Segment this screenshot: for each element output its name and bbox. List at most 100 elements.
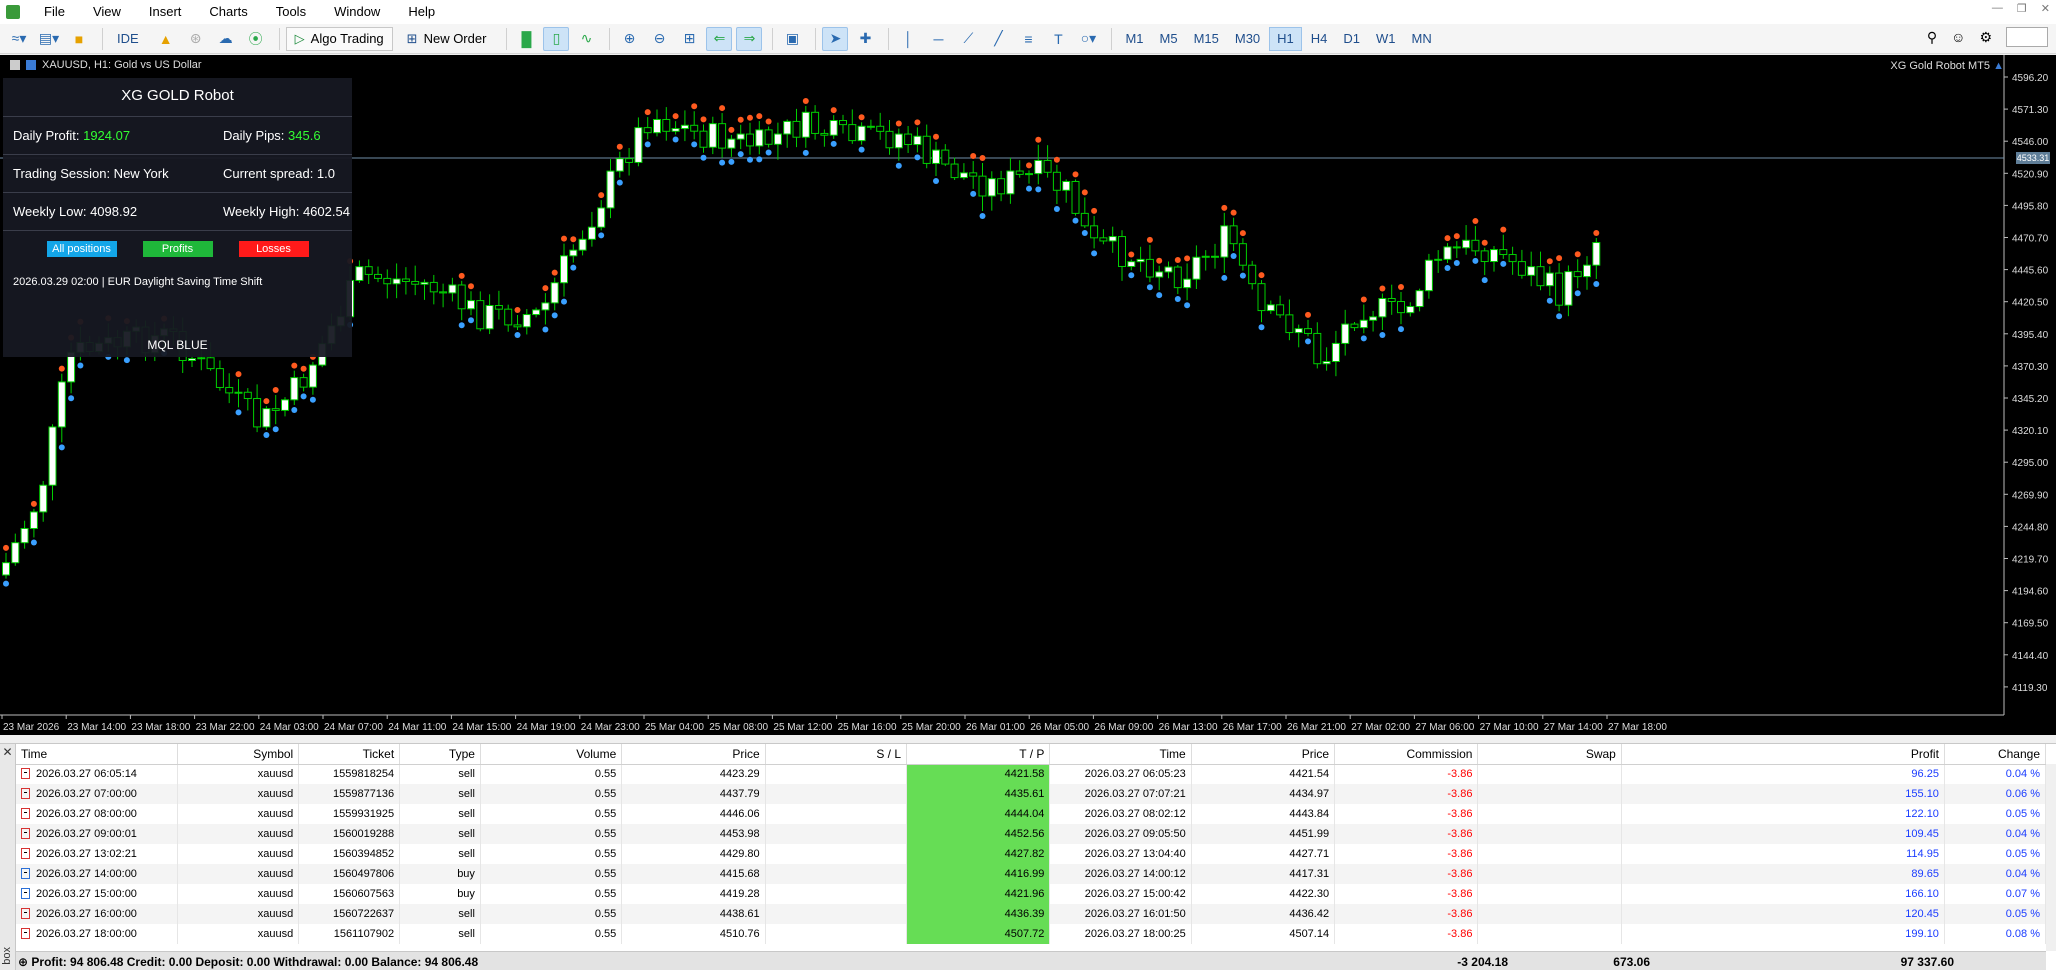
autoscroll-icon[interactable]: ⇐ (706, 26, 733, 51)
buy-arrow-icon (737, 151, 744, 158)
market-icon[interactable]: ▲ (153, 27, 179, 51)
open-time-text: 2026.03.27 08:00:00 (36, 808, 137, 820)
chart-menu-icon[interactable] (10, 60, 20, 70)
column-header[interactable]: Commission (1334, 744, 1479, 765)
cell-tp: 4421.58 (906, 764, 1051, 784)
column-header[interactable]: Type (399, 744, 481, 765)
channel-icon[interactable]: ╱ (985, 27, 1011, 51)
all-positions-button[interactable]: All positions (46, 241, 117, 257)
close-toolbox-icon[interactable]: ✕ (0, 744, 15, 760)
menu-charts[interactable]: Charts (195, 0, 261, 24)
vps-icon[interactable]: ⦿ (243, 27, 269, 51)
minimize-icon[interactable]: — (1992, 2, 2003, 15)
table-row[interactable]: 2026.03.27 18:00:00 xauusd 1561107902 sell 0… (16, 924, 2047, 944)
chart-shift-icon[interactable]: ⇒ (736, 26, 763, 51)
vertical-line-icon[interactable]: │ (895, 27, 921, 51)
search-icon[interactable]: ⚲ (1927, 29, 1937, 46)
candle-body (904, 133, 913, 146)
column-header[interactable]: S / L (765, 744, 908, 765)
column-header[interactable]: Profit (1621, 744, 1945, 765)
time-tick-label: 23 Mar 2026 (3, 722, 60, 733)
table-row[interactable]: 2026.03.27 09:00:01 xauusd 1560019288 sell 0… (16, 824, 2047, 844)
cloud-icon[interactable]: ☁ (213, 27, 239, 51)
chart-window[interactable]: 4596.20 4571.30 4546.00 4520.90 4495.80 4470.… (0, 55, 2056, 735)
table-row[interactable]: 2026.03.27 08:00:00 xauusd 1559931925 sell 0… (16, 804, 2047, 824)
menu-insert[interactable]: Insert (135, 0, 196, 24)
table-row[interactable]: 2026.03.27 15:00:00 xauusd 1560607563 buy 0.… (16, 884, 2047, 904)
tf-mn[interactable]: MN (1405, 27, 1439, 51)
table-row[interactable]: 2026.03.27 16:00:00 xauusd 1560722637 sell 0… (16, 904, 2047, 924)
close-icon[interactable]: ✕ (2041, 2, 2050, 15)
column-header[interactable]: Time (1049, 744, 1192, 765)
column-header[interactable]: Price (1191, 744, 1336, 765)
settings-icon[interactable]: ⚙ (1979, 29, 1992, 46)
algo-trading-button[interactable]: ▷ Algo Trading (285, 26, 393, 51)
screenshot-icon[interactable]: ▣ (779, 27, 805, 51)
line-chart-icon[interactable]: ∿ (573, 27, 599, 51)
column-header[interactable]: Symbol (177, 744, 300, 765)
column-header[interactable]: Swap (1477, 744, 1622, 765)
table-row[interactable]: 2026.03.27 07:00:00 xauusd 1559877136 sell 0… (16, 784, 2047, 804)
menu-help[interactable]: Help (394, 0, 449, 24)
restore-icon[interactable]: ❐ (2017, 2, 2027, 15)
signals-icon[interactable]: ⊛ (183, 27, 209, 51)
column-header[interactable]: Change (1944, 744, 2047, 765)
buy-arrow-icon (1091, 250, 1098, 257)
tf-h4[interactable]: H4 (1304, 27, 1335, 51)
candle-body (643, 127, 652, 134)
account-icon[interactable]: ☺ (1951, 29, 1965, 45)
horizontal-line-icon[interactable]: ─ (925, 27, 951, 51)
fibonacci-icon[interactable]: ≡ (1015, 27, 1041, 51)
menu-tools[interactable]: Tools (262, 0, 320, 24)
trendline-icon[interactable]: ⟋ (955, 27, 981, 51)
expert-advisor-label[interactable]: XG Gold Robot MT5 ▲ (1890, 60, 2004, 72)
column-header[interactable]: Volume (480, 744, 623, 765)
table-row[interactable]: 2026.03.27 06:05:14 xauusd 1559818254 sell 0… (16, 764, 2047, 784)
menu-view[interactable]: View (79, 0, 135, 24)
menu-file[interactable]: File (30, 0, 79, 24)
cell-type: sell (399, 844, 481, 864)
zoom-in-icon[interactable]: ⊕ (616, 27, 642, 51)
candle-body (615, 158, 624, 172)
losses-button[interactable]: Losses (238, 241, 309, 257)
ide-button[interactable]: IDE (109, 27, 147, 51)
text-tool-icon[interactable]: T (1045, 27, 1071, 51)
grid-icon[interactable]: ⊞ (676, 27, 702, 51)
tf-m5[interactable]: M5 (1153, 27, 1185, 51)
table-scrollbar[interactable] (2046, 764, 2056, 951)
tf-w1[interactable]: W1 (1369, 27, 1403, 51)
candle-body (1369, 316, 1378, 321)
templates-icon[interactable]: ▤▾ (36, 27, 62, 51)
buy-arrow-icon (3, 580, 9, 587)
chart-type-icon[interactable]: ≈▾ (6, 27, 32, 51)
column-header[interactable]: Price (621, 744, 766, 765)
cursor-icon[interactable]: ➤ (822, 26, 849, 51)
zoom-out-icon[interactable]: ⊖ (646, 27, 672, 51)
candle-body (662, 118, 671, 132)
table-row[interactable]: 2026.03.27 14:00:00 xauusd 1560497806 buy 0.… (16, 864, 2047, 884)
candle-body (299, 377, 308, 388)
profits-button[interactable]: Profits (142, 241, 213, 257)
table-row[interactable]: 2026.03.27 13:02:21 xauusd 1560394852 sell 0… (16, 844, 2047, 864)
crosshair-icon[interactable]: ✚ (852, 27, 878, 51)
tf-h1[interactable]: H1 (1269, 26, 1302, 51)
cell-price: 4419.28 (621, 884, 766, 904)
cell-tp: 4436.39 (906, 904, 1051, 924)
cell-ticket: 1559877136 (298, 784, 401, 804)
search-input[interactable] (2006, 27, 2048, 47)
bar-chart-icon[interactable]: █ (513, 27, 539, 51)
shapes-icon[interactable]: ○▾ (1075, 27, 1101, 51)
tf-m15[interactable]: M15 (1187, 27, 1226, 51)
column-header[interactable]: T / P (906, 744, 1051, 765)
tf-m1[interactable]: M1 (1118, 27, 1150, 51)
column-header[interactable]: Ticket (298, 744, 401, 765)
candlestick-icon[interactable]: ▯ (543, 26, 570, 51)
tf-m30[interactable]: M30 (1228, 27, 1267, 51)
new-order-button[interactable]: ⊞ New Order (399, 27, 495, 51)
column-header[interactable]: Time (16, 744, 179, 765)
vendor-label: MQL BLUE (147, 338, 208, 352)
candle-body (1350, 323, 1359, 329)
menu-window[interactable]: Window (320, 0, 394, 24)
dollar-icon[interactable]: ■ (66, 27, 92, 51)
tf-d1[interactable]: D1 (1336, 27, 1367, 51)
